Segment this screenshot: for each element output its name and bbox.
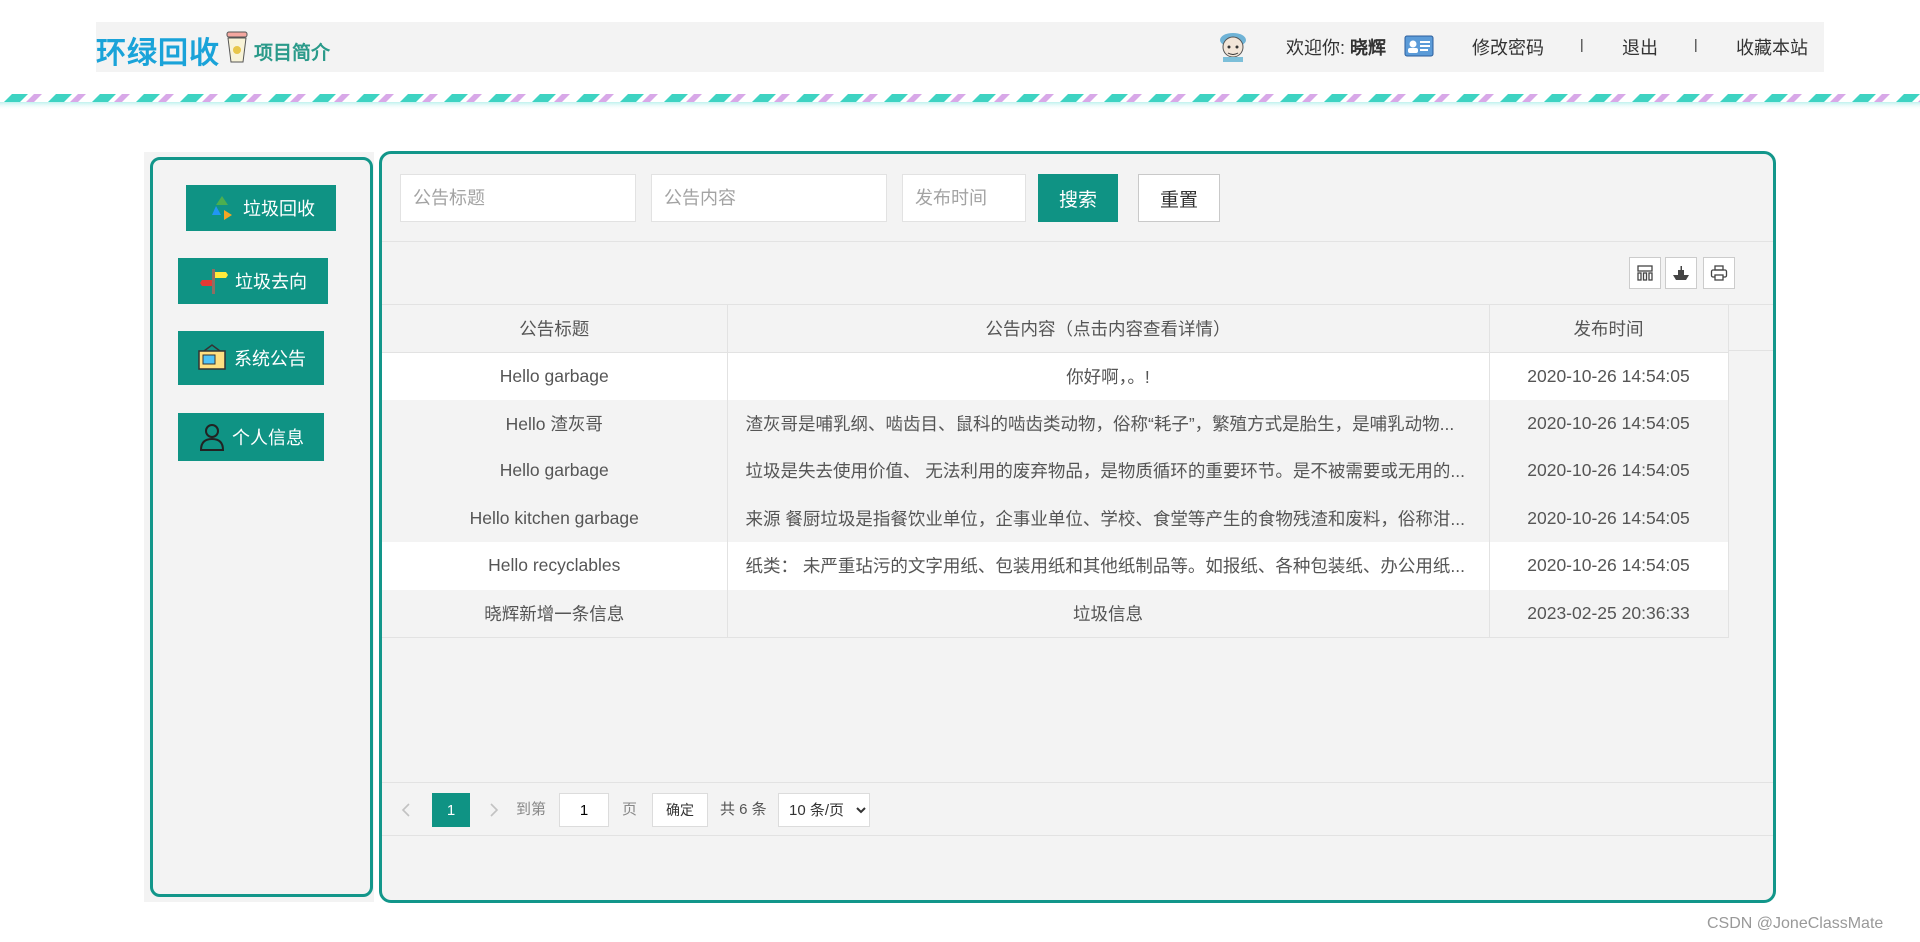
sidebar-item-label: 垃圾去向: [235, 272, 307, 292]
search-button[interactable]: 搜索: [1038, 174, 1118, 222]
cell-title: Hello recyclables: [382, 542, 728, 590]
export-button[interactable]: [1665, 257, 1697, 289]
table-row[interactable]: Hello kitchen garbage 来源 餐厨垃圾是指餐饮业单位，企事业…: [382, 494, 1729, 542]
person-icon: [199, 424, 225, 451]
table-row[interactable]: Hello recyclables 纸类： 未严重玷污的文字用纸、包装用纸和其他…: [382, 542, 1729, 590]
cell-time: 2020-10-26 14:54:05: [1489, 447, 1729, 495]
goto-prefix: 到第: [516, 801, 547, 818]
sidebar: 垃圾回收 垃圾去向 系统公告 个人信息: [150, 157, 373, 897]
sidebar-item-label: 个人信息: [232, 428, 304, 448]
user-avatar-icon[interactable]: [1218, 30, 1248, 62]
columns-toggle-button[interactable]: [1629, 257, 1661, 289]
cup-icon: [226, 31, 248, 63]
cell-time: 2020-10-26 14:54:05: [1489, 399, 1729, 447]
cell-content[interactable]: 垃圾是失去使用价值、 无法利用的废弃物品，是物质循环的重要环节。是不被需要或无用…: [727, 447, 1490, 495]
publish-time-input[interactable]: [902, 174, 1026, 222]
recycle-icon: [212, 196, 232, 220]
table-header-spacer: [1728, 304, 1773, 351]
cell-time: 2023-02-25 20:36:33: [1489, 589, 1729, 638]
cell-content[interactable]: 来源 餐厨垃圾是指餐饮业单位，企事业单位、学校、食堂等产生的食物残渣和废料，俗称…: [727, 494, 1490, 542]
table-row[interactable]: Hello 渣灰哥 渣灰哥是哺乳纲、啮齿目、鼠科的啮齿类动物，俗称“耗子”，繁殖…: [382, 399, 1729, 447]
bulletin-icon: [198, 344, 226, 370]
reset-button[interactable]: 重置: [1138, 174, 1220, 222]
notice-panel: 搜索 重置 公告标题: [379, 151, 1776, 903]
sidebar-item-label: 系统公告: [234, 349, 306, 369]
project-intro-link[interactable]: 项目简介: [254, 38, 330, 65]
cell-time: 2020-10-26 14:54:05: [1489, 494, 1729, 542]
goto-page-input[interactable]: [559, 793, 609, 827]
total-count: 共 6 条: [720, 801, 767, 818]
cell-title: Hello 渣灰哥: [382, 399, 728, 447]
sidebar-item-garbage-recycle[interactable]: 垃圾回收: [186, 185, 336, 231]
cell-time: 2020-10-26 14:54:05: [1489, 542, 1729, 590]
page-number-current[interactable]: 1: [432, 793, 470, 827]
notice-title-input[interactable]: [400, 174, 636, 222]
print-icon: [1710, 265, 1728, 281]
id-card-icon[interactable]: [1404, 35, 1434, 57]
goto-suffix: 页: [622, 801, 638, 818]
cell-time: 2020-10-26 14:54:05: [1489, 352, 1729, 400]
column-header-content[interactable]: 公告内容（点击内容查看详情）: [727, 304, 1490, 353]
signpost-icon: [200, 269, 228, 294]
cell-title: Hello garbage: [382, 447, 728, 495]
table-row[interactable]: Hello garbage 垃圾是失去使用价值、 无法利用的废弃物品，是物质循环…: [382, 447, 1729, 495]
welcome-text: 欢迎你: 晓辉: [1286, 34, 1386, 60]
cell-title: 晓辉新增一条信息: [382, 589, 728, 638]
sidebar-item-system-notice[interactable]: 系统公告: [178, 331, 324, 385]
export-icon: [1673, 266, 1689, 280]
notice-table: 公告标题 公告内容（点击内容查看详情） 发布时间 Hello garbage 你…: [382, 304, 1773, 638]
cell-title: Hello garbage: [382, 352, 728, 400]
top-header: 环绿回收 项目简介 欢迎你: 晓辉 修改密码 | 退出 | 收藏本站: [96, 22, 1824, 72]
decorative-stripe: [0, 94, 1920, 110]
table-row[interactable]: 晓辉新增一条信息 垃圾信息 2023-02-25 20:36:33: [382, 589, 1729, 638]
cell-content[interactable]: 你好啊，。!: [727, 352, 1490, 400]
column-header-time[interactable]: 发布时间: [1489, 304, 1729, 353]
logout-link[interactable]: 退出: [1622, 34, 1658, 60]
cell-content[interactable]: 垃圾信息: [727, 589, 1490, 638]
pagination: 1 到第 页 确定 共 6 条 10 条/页: [382, 782, 1773, 836]
username: 晓辉: [1350, 38, 1387, 58]
sidebar-item-label: 垃圾回收: [243, 199, 315, 219]
cell-content[interactable]: 纸类： 未严重玷污的文字用纸、包装用纸和其他纸制品等。如报纸、各种包装纸、办公用…: [727, 542, 1490, 590]
chevron-left-icon: [401, 803, 410, 817]
welcome-prefix: 欢迎你:: [1286, 38, 1346, 58]
search-bar: 搜索 重置: [382, 154, 1773, 242]
goto-confirm-button[interactable]: 确定: [652, 793, 708, 827]
chevron-right-icon: [490, 803, 499, 817]
change-password-link[interactable]: 修改密码: [1472, 34, 1544, 60]
nav-separator: |: [1580, 36, 1584, 52]
nav-separator: |: [1694, 36, 1698, 52]
sidebar-item-personal-info[interactable]: 个人信息: [178, 413, 324, 461]
cell-content[interactable]: 渣灰哥是哺乳纲、啮齿目、鼠科的啮齿类动物，俗称“耗子”，繁殖方式是胎生，是哺乳动…: [727, 399, 1490, 447]
bookmark-link[interactable]: 收藏本站: [1736, 34, 1808, 60]
table-row[interactable]: Hello garbage 你好啊，。! 2020-10-26 14:54:05: [382, 352, 1729, 400]
table-header-row: 公告标题 公告内容（点击内容查看详情） 发布时间: [382, 304, 1729, 353]
print-button[interactable]: [1703, 257, 1735, 289]
cell-title: Hello kitchen garbage: [382, 494, 728, 542]
column-header-title[interactable]: 公告标题: [382, 304, 728, 353]
prev-page-button[interactable]: [394, 793, 418, 827]
notice-content-input[interactable]: [651, 174, 887, 222]
site-logo[interactable]: 环绿回收: [96, 28, 220, 72]
sidebar-item-garbage-destination[interactable]: 垃圾去向: [178, 258, 328, 304]
columns-icon: [1637, 265, 1653, 281]
page-size-select[interactable]: 10 条/页: [778, 793, 870, 827]
next-page-button[interactable]: [482, 793, 506, 827]
watermark: CSDN @JoneClassMate: [1707, 915, 1884, 932]
